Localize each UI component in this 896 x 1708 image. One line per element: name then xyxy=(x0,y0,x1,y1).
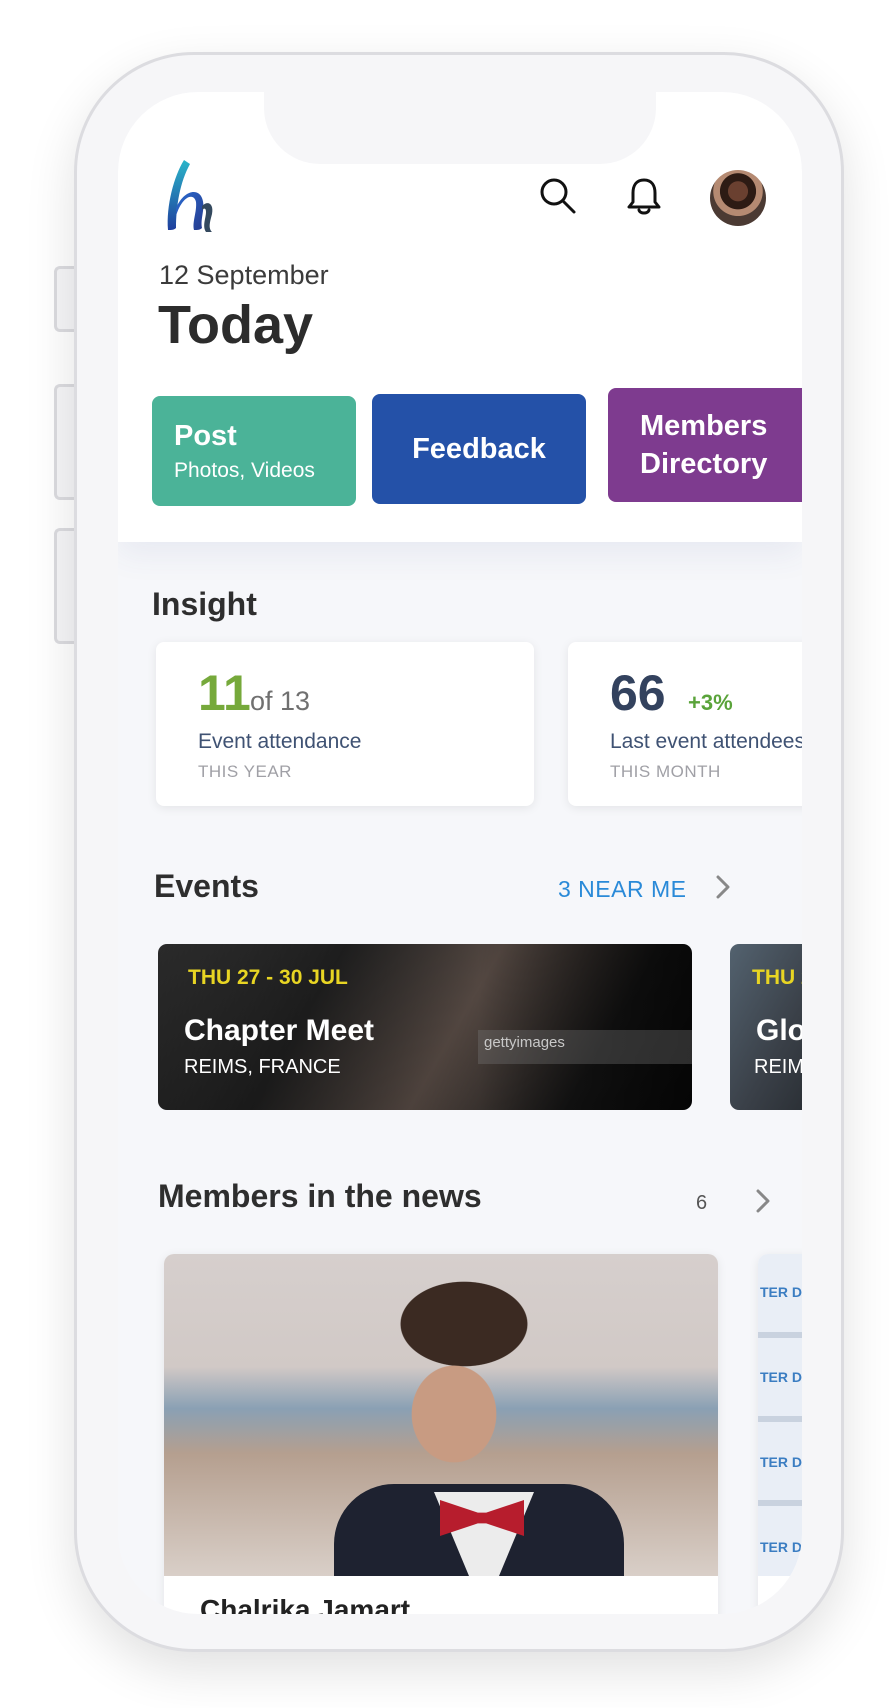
event-card[interactable]: gettyimages THU 27 - 30 JUL Chapter Meet… xyxy=(158,944,692,1110)
last-event-period: THIS MONTH xyxy=(610,762,721,781)
brand-logo[interactable] xyxy=(162,156,218,234)
insight-card-attendance[interactable]: 11 of 13 Event attendance THIS YEAR xyxy=(156,642,534,806)
side-button-mute xyxy=(54,266,76,332)
photo-text: TER D xyxy=(760,1454,802,1470)
event-date: THU 27 - 30 JUL xyxy=(188,966,348,989)
last-event-delta: +3% xyxy=(688,690,733,715)
events-heading: Events xyxy=(154,868,259,904)
event-location: REIMS xyxy=(754,1056,802,1078)
attendance-total: of 13 xyxy=(250,686,311,716)
app-screen: 12 September Today Post Photos, Videos F… xyxy=(118,92,802,1614)
insight-card-last-event[interactable]: 66 +3% Last event attendees THIS MONTH xyxy=(568,642,802,806)
attendance-period: THIS YEAR xyxy=(198,762,292,781)
attendance-label: Event attendance xyxy=(198,730,362,753)
news-photo: TER D TER D TER D TER D xyxy=(758,1254,802,1576)
members-directory-button[interactable]: Members Directory xyxy=(608,388,802,502)
feedback-button-label: Feedback xyxy=(412,432,546,465)
bell-icon[interactable] xyxy=(624,176,664,216)
events-near-me-link[interactable]: 3 NEAR ME xyxy=(558,876,686,903)
image-watermark: gettyimages xyxy=(478,1030,692,1064)
chevron-right-icon[interactable] xyxy=(752,1186,774,1216)
post-button-sublabel: Photos, Videos xyxy=(174,458,315,482)
news-headline: Chalrika Jamart xyxy=(200,1594,411,1614)
photo-text: TER D xyxy=(760,1539,802,1555)
last-event-label: Last event attendees xyxy=(610,730,802,753)
news-heading: Members in the news xyxy=(158,1178,482,1214)
last-event-value: 66 xyxy=(610,665,666,721)
photo-text: TER D xyxy=(760,1369,802,1385)
post-button[interactable]: Post Photos, Videos xyxy=(152,396,356,506)
event-name: Chapter Meet xyxy=(184,1014,375,1047)
side-button-volume-down xyxy=(54,528,76,644)
members-button-line1: Members xyxy=(640,410,768,442)
chevron-right-icon[interactable] xyxy=(712,872,734,902)
page-title: Today xyxy=(158,295,314,355)
news-card[interactable]: Chalrika Jamart xyxy=(164,1254,718,1614)
side-button-volume-up xyxy=(54,384,76,500)
current-date: 12 September xyxy=(159,260,329,290)
news-card[interactable]: TER D TER D TER D TER D xyxy=(758,1254,802,1614)
news-photo xyxy=(164,1254,718,1576)
post-button-label: Post xyxy=(174,419,237,452)
phone-notch xyxy=(264,92,656,164)
event-location: REIMS, FRANCE xyxy=(184,1056,341,1078)
avatar[interactable] xyxy=(710,170,766,226)
search-icon[interactable] xyxy=(538,176,578,216)
attendance-value: 11 xyxy=(198,665,251,721)
event-date: THU 2 xyxy=(752,966,802,989)
members-button-line2: Directory xyxy=(640,448,768,480)
insight-heading: Insight xyxy=(152,586,257,622)
event-card[interactable]: THU 2 Glo REIMS xyxy=(730,944,802,1110)
news-count: 6 xyxy=(696,1192,708,1214)
feedback-button[interactable]: Feedback xyxy=(372,394,586,504)
event-name: Glo xyxy=(756,1014,802,1047)
photo-text: TER D xyxy=(760,1284,802,1300)
